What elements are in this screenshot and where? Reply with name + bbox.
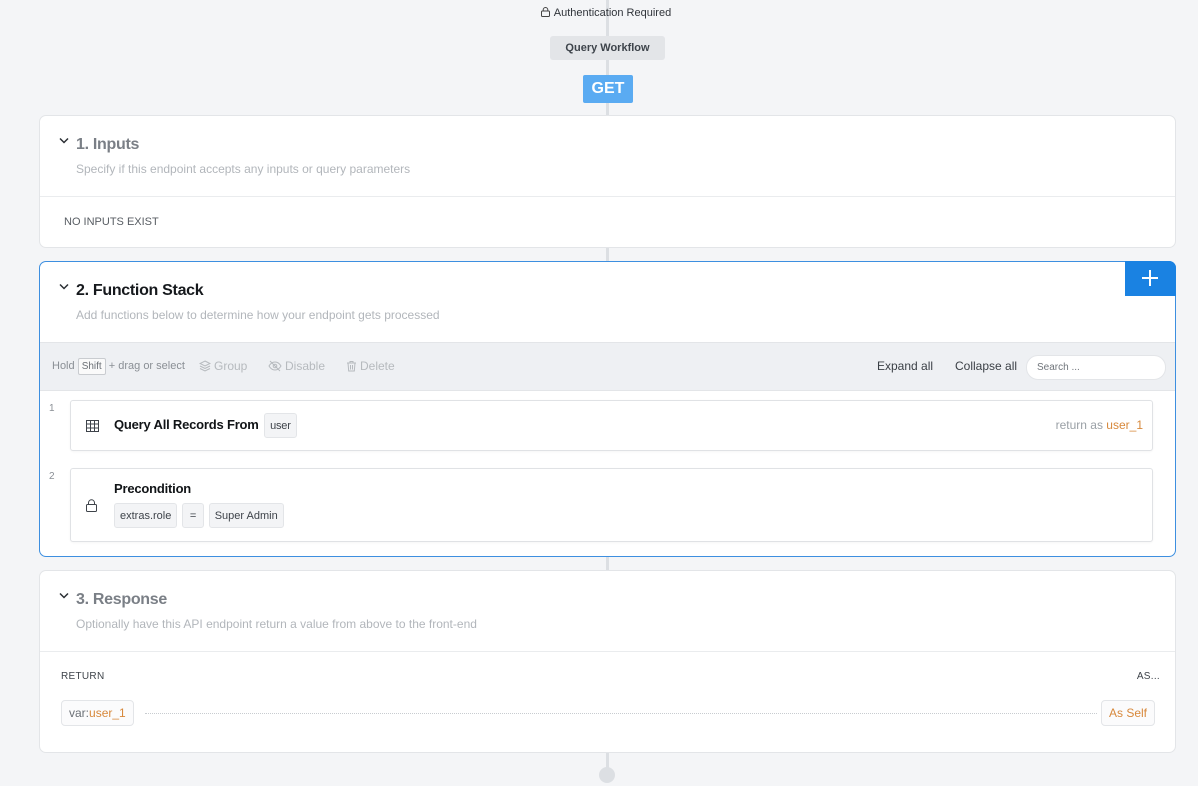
condition-expression: extras.role = Super Admin (114, 503, 284, 528)
dotted-connector (145, 713, 1097, 714)
lock-icon (540, 7, 550, 17)
function-stack-header[interactable]: 2. Function Stack Add functions below to… (40, 262, 1175, 342)
inputs-header[interactable]: 1. Inputs Specify if this endpoint accep… (40, 116, 1175, 196)
expand-all-button[interactable]: Expand all (877, 343, 933, 390)
step-number: 1 (49, 403, 55, 414)
as-self-pill[interactable]: As Self (1100, 700, 1155, 726)
response-header[interactable]: 3. Response Optionally have this API end… (40, 571, 1175, 651)
section-subtitle: Add functions below to determine how you… (76, 308, 440, 322)
response-section: 3. Response Optionally have this API end… (39, 570, 1176, 753)
return-header: RETURN (61, 671, 105, 682)
section-title: 1. Inputs (76, 136, 140, 153)
return-var: user_1 (1106, 418, 1143, 432)
section-subtitle: Specify if this endpoint accepts any inp… (76, 162, 411, 176)
auth-label: Authentication Required (553, 7, 672, 19)
empty-inputs-text: NO INPUTS EXIST (64, 216, 159, 228)
chevron-down-icon[interactable] (59, 592, 69, 599)
lock-icon (86, 499, 97, 512)
as-header: AS... (1136, 671, 1160, 682)
step-label: Query All Records From (114, 416, 259, 432)
eye-off-icon (268, 360, 282, 372)
table-chip[interactable]: user (264, 413, 297, 438)
condition-right[interactable]: Super Admin (208, 503, 284, 528)
connector-line (606, 248, 609, 262)
collapse-all-button[interactable]: Collapse all (955, 343, 1017, 390)
return-var-pill[interactable]: var:user_1 (61, 700, 134, 726)
section-title: 3. Response (76, 591, 167, 608)
disable-button[interactable]: Disable (268, 343, 325, 390)
http-method-badge[interactable]: GET (583, 75, 633, 103)
function-toolbar: Hold Shift + drag or select Group Disabl… (40, 342, 1175, 391)
multi-select-hint: Hold Shift + drag or select (52, 343, 185, 390)
section-subtitle: Optionally have this API endpoint return… (76, 617, 477, 631)
response-body: RETURN AS... var:user_1 As Self (40, 652, 1175, 752)
group-button[interactable]: Group (198, 343, 247, 390)
function-stack-section: 2. Function Stack Add functions below to… (39, 261, 1176, 557)
function-step-precondition[interactable]: Precondition extras.role = Super Admin (70, 468, 1153, 542)
auth-indicator: Authentication Required (0, 7, 1198, 19)
trash-icon (347, 361, 356, 372)
step-label: Precondition (114, 481, 192, 496)
section-title: 2. Function Stack (76, 282, 204, 299)
group-icon (198, 360, 212, 372)
connector-line (606, 557, 609, 571)
function-step-query[interactable]: Query All Records From user return as us… (70, 400, 1153, 451)
shift-key: Shift (77, 358, 106, 375)
step-number: 2 (49, 471, 55, 482)
condition-left[interactable]: extras.role (114, 503, 178, 528)
condition-operator[interactable]: = (181, 503, 205, 528)
chevron-down-icon[interactable] (59, 283, 69, 290)
chevron-down-icon[interactable] (59, 137, 69, 144)
search-input[interactable]: Search ... (1026, 355, 1166, 380)
workflow-tag[interactable]: Query Workflow (550, 36, 665, 60)
end-node (599, 767, 615, 783)
return-as[interactable]: return as user_1 (1056, 418, 1143, 432)
inputs-section: 1. Inputs Specify if this endpoint accep… (39, 115, 1176, 248)
table-icon (86, 420, 99, 432)
delete-button[interactable]: Delete (346, 343, 395, 390)
function-list: 1 Query All Records From user return as … (40, 391, 1175, 555)
